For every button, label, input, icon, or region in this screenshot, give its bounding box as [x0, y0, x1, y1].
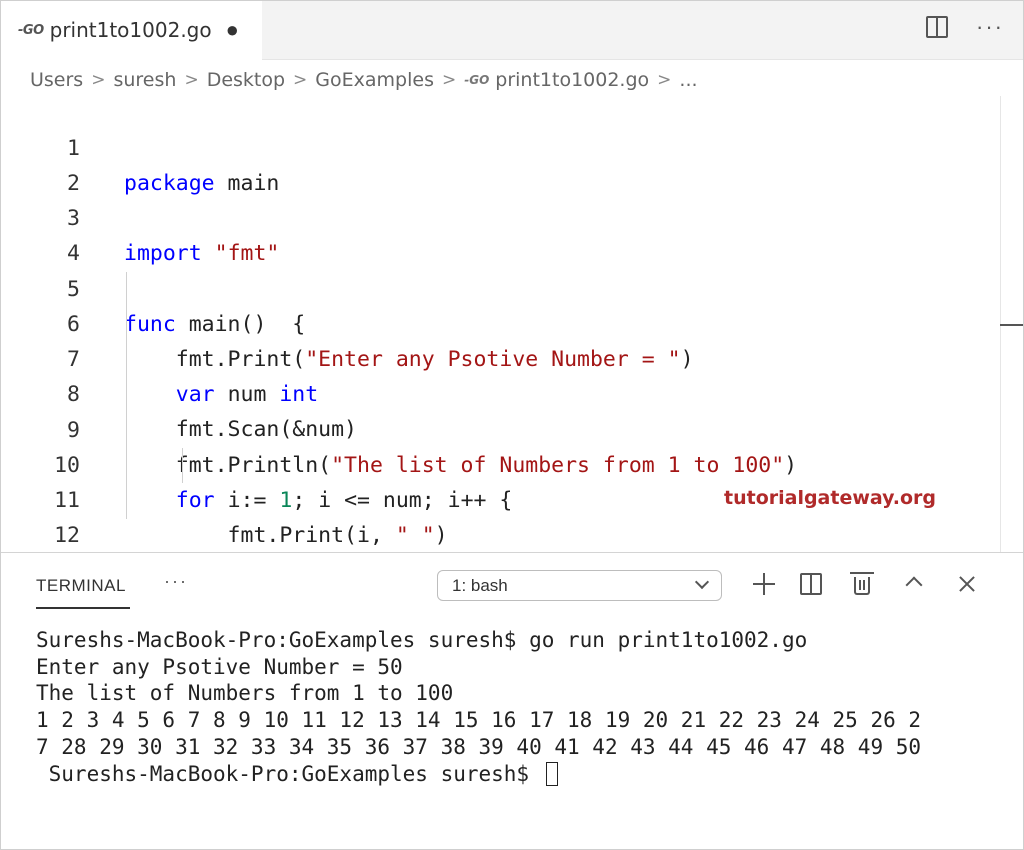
panel-more-icon[interactable]: ···: [164, 571, 188, 592]
chevron-down-icon: [694, 574, 710, 590]
breadcrumb-separator: >: [91, 70, 106, 90]
breadcrumb-item-goexamples[interactable]: GoExamples: [315, 69, 434, 91]
terminal-line: 7 28 29 30 31 32 33 34 35 36 37 38 39 40…: [36, 734, 922, 759]
terminal-line: 1 2 3 4 5 6 7 8 9 10 11 12 13 14 15 16 1…: [36, 708, 922, 733]
terminal-prompt: Sureshs-MacBook-Pro:GoExamples suresh$: [36, 761, 542, 786]
split-terminal-button[interactable]: [800, 569, 852, 599]
plus-icon: [748, 569, 778, 599]
editor-actions: ···: [926, 16, 1004, 38]
split-editor-icon[interactable]: [926, 16, 949, 38]
trash-lid: [850, 572, 874, 574]
trash-icon: [854, 577, 870, 595]
scroll-position-marker: [1000, 324, 1024, 326]
indent-guide: [182, 448, 183, 483]
breadcrumb-item-suresh[interactable]: suresh: [113, 69, 176, 91]
code-line: 13 }: [0, 519, 1000, 619]
close-panel-button[interactable]: [956, 569, 1008, 599]
code-line: 7 var num int: [0, 307, 1000, 407]
terminal-line: Sureshs-MacBook-Pro:GoExamples suresh$ g…: [36, 628, 808, 652]
breadcrumb-item-file[interactable]: print1to1002.go: [495, 69, 649, 91]
terminal-cursor: [545, 761, 558, 786]
code-line: 4: [0, 201, 1000, 266]
code-line: 9 fmt.Println("The list of Numbers from …: [0, 378, 1000, 478]
new-terminal-button[interactable]: [748, 569, 800, 599]
active-tab-indicator: [36, 607, 130, 609]
breadcrumb-separator: >: [441, 70, 457, 90]
breadcrumb-separator: >: [184, 70, 199, 90]
code-line: 10 for i:= 1; i <= num; i++ {: [0, 413, 1000, 513]
tab-title: print1to1002.go: [49, 18, 212, 42]
editor-tab-bar: -GO print1to1002.go ● ···: [0, 0, 1024, 60]
breadcrumb-item-desktop[interactable]: Desktop: [207, 69, 285, 91]
breadcrumb: Users > suresh > Desktop > GoExamples > …: [30, 64, 698, 96]
code-line: 5 func main() {: [0, 237, 1000, 337]
indent-guide: [126, 272, 127, 519]
code-line: 3 import "fmt": [0, 166, 1000, 266]
breadcrumb-separator: >: [657, 70, 672, 90]
code-line: 11 fmt.Print(i, " "): [0, 448, 1000, 548]
chevron-up-icon: [905, 576, 923, 594]
editor-tab[interactable]: -GO print1to1002.go ●: [0, 0, 262, 60]
kill-terminal-button[interactable]: [850, 569, 904, 599]
breadcrumb-item-users[interactable]: Users: [30, 69, 83, 91]
terminal-output[interactable]: Sureshs-MacBook-Pro:GoExamples suresh$ g…: [36, 627, 921, 787]
code-line: 2: [0, 131, 1000, 196]
code-editor[interactable]: 1 package main 2 3 import "fmt" 4 5 func…: [0, 96, 1024, 619]
terminal-panel: TERMINAL ··· 1: bash Sureshs-MacBook-Pro…: [0, 552, 1024, 850]
maximize-panel-button[interactable]: [904, 569, 956, 599]
code-line: 6 fmt.Print("Enter any Psotive Number = …: [0, 272, 1000, 372]
more-actions-icon[interactable]: ···: [976, 16, 1004, 38]
breadcrumb-separator: >: [293, 70, 308, 90]
terminal-select[interactable]: 1: bash: [437, 570, 722, 601]
terminal-prompt-line: Sureshs-MacBook-Pro:GoExamples suresh$: [36, 761, 921, 788]
terminal-select-value: 1: bash: [452, 575, 508, 595]
unsaved-dot-icon[interactable]: ●: [226, 17, 239, 43]
go-file-icon: -GO: [18, 22, 44, 38]
code-line: 1 package main: [0, 96, 1000, 196]
code-line: 8 fmt.Scan(&num): [0, 342, 1000, 442]
tab-terminal[interactable]: TERMINAL: [36, 576, 126, 596]
watermark-logo: tutorialgateway.org: [724, 487, 937, 509]
terminal-line: The list of Numbers from 1 to 100: [36, 681, 454, 706]
go-file-icon: -GO: [464, 73, 490, 87]
close-icon: [956, 573, 978, 595]
split-terminal-icon: [800, 573, 822, 595]
breadcrumb-item-symbols[interactable]: ...: [679, 69, 697, 91]
panel-actions: [748, 569, 1008, 599]
terminal-line: Enter any Psotive Number = 50: [36, 654, 403, 679]
